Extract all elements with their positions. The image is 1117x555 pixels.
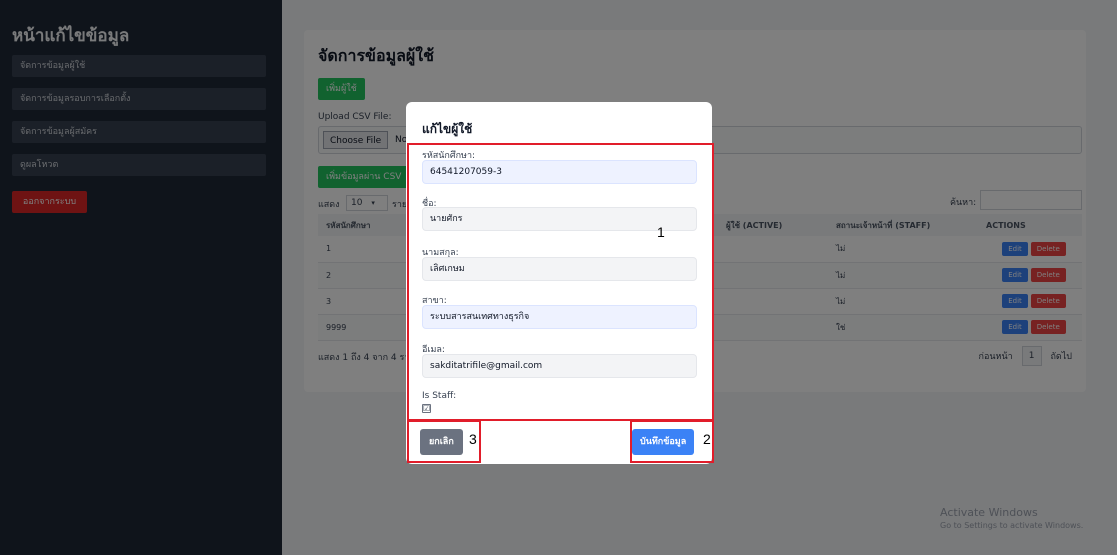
modal-title: แก้ไขผู้ใช้ [422,122,473,136]
annotation-label-1: 1 [657,224,665,240]
annotation-label-3: 3 [469,431,477,447]
annotation-label-2: 2 [703,431,711,447]
app-root: หน้าแก้ไขข้อมูล จัดการข้อมูลผู้ใช้ จัดกา… [0,0,1117,555]
annotation-box-save [630,420,714,463]
annotation-box-form [407,143,714,421]
